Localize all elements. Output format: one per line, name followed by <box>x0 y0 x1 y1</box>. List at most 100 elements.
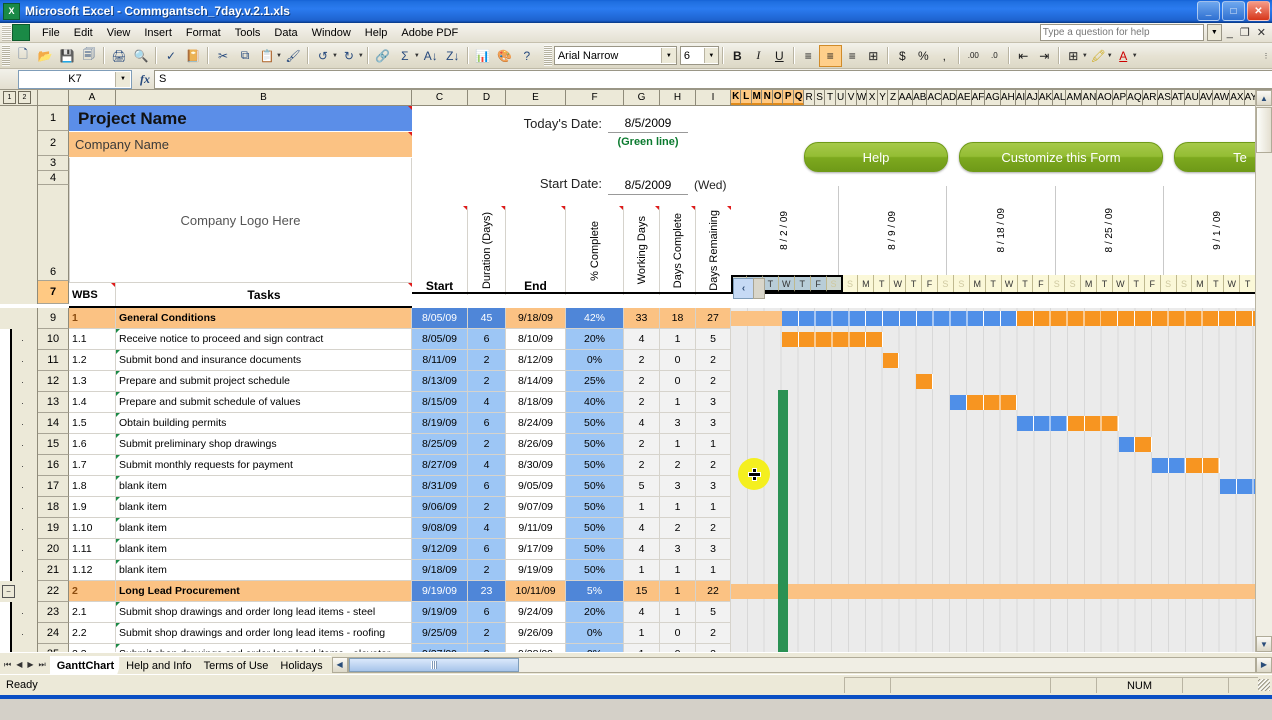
bold-button[interactable]: B <box>727 46 748 66</box>
cell-wbs[interactable]: 1.8 <box>69 476 116 497</box>
name-box[interactable]: K7 ▼ <box>18 70 132 89</box>
cut-icon[interactable]: ✂ <box>212 45 234 66</box>
outline-gutter-cell[interactable]: · <box>10 455 38 476</box>
cell-end[interactable]: 9/11/09 <box>506 518 566 539</box>
column-header-e[interactable]: E <box>506 90 566 105</box>
day-header-cell[interactable]: W <box>1113 275 1129 292</box>
increase-decimal-icon[interactable]: .00 <box>963 46 984 66</box>
gantt-row[interactable] <box>731 455 1272 476</box>
day-header-cell[interactable]: T <box>906 275 922 292</box>
column-header-ao[interactable]: AO <box>1097 90 1112 105</box>
horizontal-scrollbar[interactable]: ◀ ▶ <box>332 655 1272 674</box>
column-header-a[interactable]: A <box>69 90 116 105</box>
gantt-scroll-left-button[interactable]: ‹ <box>733 278 754 299</box>
print-icon[interactable]: 🖨 <box>108 45 130 66</box>
menu-insert[interactable]: Insert <box>137 25 179 41</box>
cell-wbs[interactable]: 1.9 <box>69 497 116 518</box>
sheet-tab-terms-of-use[interactable]: Terms of Use <box>197 656 278 674</box>
outline-gutter-cell[interactable]: · <box>10 476 38 497</box>
sheet-tab-help-and-info[interactable]: Help and Info <box>119 656 200 674</box>
column-header-d[interactable]: D <box>468 90 506 105</box>
menu-help[interactable]: Help <box>358 25 395 41</box>
row-header-21[interactable]: 21 <box>38 560 69 581</box>
gantt-row[interactable] <box>731 602 1272 623</box>
paste-icon[interactable]: 📋 <box>256 45 278 66</box>
table-row[interactable]: 91General Conditions8/05/09459/18/0942%3… <box>0 308 1272 329</box>
vertical-scrollbar[interactable]: ▲ ▼ <box>1255 90 1272 652</box>
cell-task[interactable]: Submit monthly requests for payment <box>116 455 412 476</box>
currency-button[interactable]: $ <box>892 46 913 66</box>
gantt-row[interactable] <box>731 518 1272 539</box>
cell-working-days[interactable]: 2 <box>624 455 660 476</box>
cell-working-days[interactable]: 1 <box>624 497 660 518</box>
cell-days-complete[interactable]: 1 <box>660 497 696 518</box>
table-row[interactable]: −222Long Lead Procurement9/19/092310/11/… <box>0 581 1272 602</box>
column-header-al[interactable]: AL <box>1053 90 1066 105</box>
outline-gutter-cell[interactable]: · <box>10 518 38 539</box>
cell-end[interactable]: 8/26/09 <box>506 434 566 455</box>
cell-days-remaining[interactable]: 2 <box>696 455 731 476</box>
table-row[interactable]: ·201.11blank item9/12/0969/17/0950%433 <box>0 539 1272 560</box>
cell-days-complete[interactable]: 0 <box>660 644 696 652</box>
column-header-s[interactable]: S <box>815 90 825 105</box>
day-header-cell[interactable]: M <box>858 275 874 292</box>
cell-end[interactable]: 9/07/09 <box>506 497 566 518</box>
day-header-cell[interactable]: W <box>1224 275 1240 292</box>
day-header-cell[interactable]: W <box>1002 275 1018 292</box>
fx-icon[interactable]: fx <box>140 72 150 87</box>
horizontal-scroll-thumb[interactable] <box>349 658 519 672</box>
undo-icon[interactable]: ↺ <box>312 45 334 66</box>
horizontal-scroll-track[interactable] <box>348 657 1256 673</box>
cell-percent-complete[interactable]: 50% <box>566 455 624 476</box>
column-header-x[interactable]: X <box>867 90 877 105</box>
font-color-icon[interactable]: A <box>1113 46 1134 66</box>
cell-days-complete[interactable]: 3 <box>660 413 696 434</box>
cell-start[interactable]: 9/12/09 <box>412 539 468 560</box>
row-header-24[interactable]: 24 <box>38 623 69 644</box>
prev-sheet-button[interactable]: ◀ <box>14 660 24 669</box>
cell-task[interactable]: Submit shop drawings and order long lead… <box>116 623 412 644</box>
merge-center-icon[interactable]: ⊞ <box>863 46 884 66</box>
cell-start[interactable]: 8/11/09 <box>412 350 468 371</box>
column-header-ak[interactable]: AK <box>1039 90 1053 105</box>
column-header-y[interactable]: Y <box>878 90 888 105</box>
cell-duration[interactable]: 2 <box>468 434 506 455</box>
table-row[interactable]: ·232.1Submit shop drawings and order lon… <box>0 602 1272 623</box>
font-size-chevron-down-icon[interactable]: ▼ <box>704 48 718 63</box>
format-painter-icon[interactable]: 🖌 <box>282 45 304 66</box>
cell-days-remaining[interactable]: 3 <box>696 392 731 413</box>
cell-duration[interactable]: 2 <box>468 350 506 371</box>
copy-icon[interactable]: ⧉ <box>234 45 256 66</box>
font-color-chevron-down-icon[interactable]: ▼ <box>1132 53 1138 59</box>
cell-task[interactable]: blank item <box>116 497 412 518</box>
help-icon[interactable]: ? <box>516 45 538 66</box>
cell-working-days[interactable]: 15 <box>624 581 660 602</box>
cell-days-remaining[interactable]: 27 <box>696 308 731 329</box>
save-icon[interactable]: 💾 <box>56 45 78 66</box>
increase-indent-icon[interactable]: ⇥ <box>1034 46 1055 66</box>
gantt-row[interactable] <box>731 623 1272 644</box>
cell-days-remaining[interactable]: 1 <box>696 560 731 581</box>
cell-days-remaining[interactable]: 22 <box>696 581 731 602</box>
cell-start[interactable]: 8/13/09 <box>412 371 468 392</box>
start-date-value[interactable]: 8/5/2009 <box>608 178 688 195</box>
cell-days-complete[interactable]: 1 <box>660 434 696 455</box>
cell-percent-complete[interactable]: 5% <box>566 581 624 602</box>
select-all-corner[interactable] <box>38 90 69 105</box>
cell-working-days[interactable]: 4 <box>624 518 660 539</box>
cell-task[interactable]: Prepare and submit project schedule <box>116 371 412 392</box>
gantt-row[interactable] <box>731 581 1272 602</box>
menu-data[interactable]: Data <box>267 25 304 41</box>
day-header-cell[interactable]: T <box>1240 275 1256 292</box>
row-header-16[interactable]: 16 <box>38 455 69 476</box>
cell-wbs[interactable]: 1.6 <box>69 434 116 455</box>
cell-days-remaining[interactable]: 2 <box>696 350 731 371</box>
cell-days-complete[interactable]: 3 <box>660 476 696 497</box>
table-row[interactable]: ·141.5Obtain building permits8/19/0968/2… <box>0 413 1272 434</box>
cell-start[interactable]: 8/05/09 <box>412 308 468 329</box>
cell-start[interactable]: 8/15/09 <box>412 392 468 413</box>
table-row[interactable]: ·181.9blank item9/06/0929/07/0950%111 <box>0 497 1272 518</box>
cell-days-remaining[interactable]: 2 <box>696 644 731 652</box>
cell-start[interactable]: 8/27/09 <box>412 455 468 476</box>
cell-start[interactable]: 8/31/09 <box>412 476 468 497</box>
